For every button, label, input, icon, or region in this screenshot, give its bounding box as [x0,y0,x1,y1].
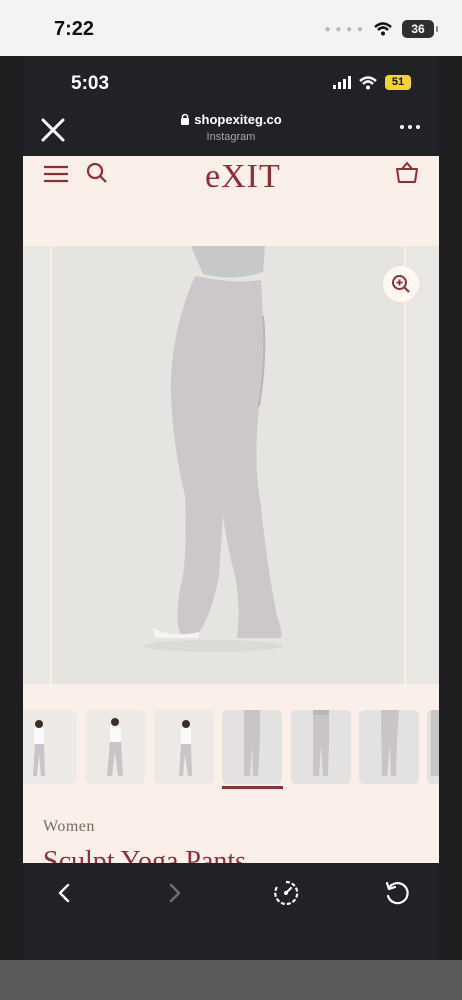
back-icon[interactable] [57,883,71,903]
product-title: Sculpt Yoga Pants [43,846,247,863]
wifi-icon [374,22,392,36]
battery-icon: 51 [385,75,411,90]
thumbnail[interactable] [154,710,214,784]
phone-screen: 5:03 51 shopexiteg.co Instagram eXIT Wom… [23,56,439,960]
active-thumbnail-indicator [222,786,283,789]
signal-dots-icon: ● ● ● ● [324,23,364,35]
thumbnail-image [359,710,419,784]
cellular-icon [333,76,351,89]
product-image-gallery[interactable] [23,246,439,684]
brand-logo[interactable]: eXIT [205,158,281,196]
browser-toolbar [23,863,439,960]
thumbnail-image [222,710,282,784]
product-image [23,246,439,684]
thumbnail-image [154,710,214,784]
in-app-browser-bar: shopexiteg.co Instagram [23,106,439,156]
inner-status-icons: 51 [333,75,411,90]
thumbnail[interactable] [85,710,145,784]
thumbnail-strip [23,707,439,789]
url-text: shopexiteg.co [131,112,331,127]
device-status-icons: ● ● ● ● 36 [324,20,438,38]
web-page: eXIT Women Sculpt Yoga Pants [23,156,439,863]
battery-icon: 36 [402,20,438,38]
device-time: 7:22 [54,18,95,40]
url-source: Instagram [206,131,256,143]
reload-icon[interactable] [384,880,410,906]
thumbnail[interactable] [222,710,282,784]
thumbnail[interactable] [23,710,77,784]
device-status-bar: 7:22 ● ● ● ● 36 [0,0,462,56]
thumbnail[interactable] [291,710,351,784]
menu-icon[interactable] [43,164,69,184]
product-category[interactable]: Women [43,818,95,836]
forward-icon[interactable] [168,883,182,903]
wifi-icon [359,75,377,89]
url-display[interactable]: shopexiteg.co Instagram [131,112,331,143]
thumbnail-image [291,710,351,784]
lock-icon [181,113,190,125]
thumbnail-image [23,710,77,784]
bottom-shade [0,960,462,1000]
zoom-in-icon [392,275,410,293]
cart-icon[interactable] [394,160,420,186]
close-icon[interactable] [39,116,67,144]
site-header: eXIT [23,156,439,246]
inner-status-bar: 5:03 51 [23,56,439,106]
thumbnail-image [427,710,439,784]
side-shade-right [439,56,462,960]
speed-icon[interactable] [273,880,299,906]
thumbnail[interactable] [359,710,419,784]
inner-time: 5:03 [71,73,110,94]
search-icon[interactable] [86,162,108,184]
url-label: shopexiteg.co [194,112,282,127]
thumbnail-image [85,710,145,784]
side-shade-left [0,56,23,960]
more-icon[interactable] [399,122,421,132]
thumbnail[interactable] [427,710,439,784]
zoom-button[interactable] [383,266,419,302]
